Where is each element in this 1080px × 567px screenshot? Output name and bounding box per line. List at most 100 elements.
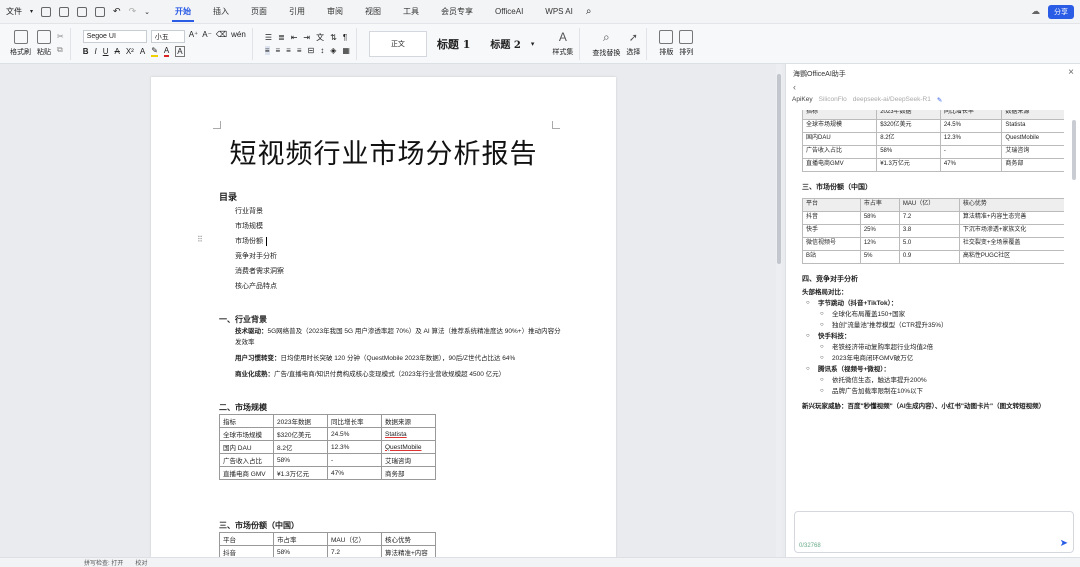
more-chevron-icon[interactable]: ⌄ — [144, 8, 150, 16]
chat-input[interactable]: 0/32768 ➤ — [794, 511, 1074, 553]
send-icon[interactable]: ➤ — [1060, 538, 1068, 549]
font-family-select[interactable]: Segoe UI — [82, 30, 147, 43]
list-item: 品牌广告加载率限制在10%以下 — [802, 386, 1064, 397]
bold-icon[interactable]: B — [83, 47, 89, 56]
spellcheck-status[interactable]: 拼写检查: 打开 — [84, 558, 123, 567]
toc-item[interactable]: 竞争对手分析 — [235, 251, 277, 261]
tab-tools[interactable]: 工具 — [392, 0, 430, 24]
export-pdf-icon[interactable] — [59, 6, 70, 17]
brush-icon — [13, 30, 28, 44]
file-menu[interactable]: 文件 — [6, 6, 22, 17]
market-size-table: 指标 2023年数据 同比增长率 数据来源 全球市场规模 $320亿美元 24.5% Sta… — [802, 110, 1064, 172]
decrease-indent-icon[interactable]: ⇤ — [291, 33, 298, 42]
save-icon[interactable] — [41, 6, 52, 17]
list-item: 快手科技： — [802, 331, 1064, 342]
document-scrollbar[interactable] — [776, 64, 782, 557]
tab-insert[interactable]: 插入 — [202, 0, 240, 24]
chinese-layout-icon[interactable]: 文 — [316, 32, 324, 43]
table-row: 广告收入占比 58% - 艾瑞咨询 — [802, 145, 1064, 159]
paste-button[interactable]: 粘贴 — [37, 30, 51, 57]
shrink-font-icon[interactable]: A⁻ — [202, 30, 212, 43]
menu-bar: 文件 ▾ ↶ ↷ ⌄ 开始 插入 页面 引用 审阅 视图 工具 会员专享 Off… — [0, 0, 1080, 24]
italic-icon[interactable]: I — [94, 47, 96, 56]
share-button[interactable]: 分享 — [1048, 4, 1074, 19]
print-icon[interactable] — [77, 6, 88, 17]
align-center-icon[interactable]: ≡ — [276, 46, 281, 55]
highlight-icon[interactable]: ✎ — [151, 46, 158, 57]
print-preview-icon[interactable] — [95, 6, 106, 17]
tab-review[interactable]: 审阅 — [316, 0, 354, 24]
chevron-down-icon[interactable]: ▾ — [30, 8, 33, 15]
section-heading: 四、竞争对手分析 — [802, 276, 858, 283]
toc-item[interactable]: 核心产品特点 — [235, 281, 277, 291]
sort-icon[interactable]: ⇅ — [330, 33, 337, 42]
search-icon[interactable]: ⌕ — [586, 6, 592, 17]
table-row: 平台 市占率 MAU（亿） 核心优势 — [802, 198, 1064, 212]
line-spacing-icon[interactable]: ↕ — [320, 46, 324, 55]
tab-officeai[interactable]: OfficeAI — [484, 0, 534, 24]
scrollbar-thumb[interactable] — [1072, 120, 1076, 180]
toc-item[interactable]: 市场份额 — [235, 236, 267, 246]
char-border-icon[interactable]: A — [175, 46, 185, 57]
phonetic-icon[interactable]: wén — [231, 30, 246, 43]
close-icon[interactable]: × — [1068, 67, 1074, 78]
list-item: 依托微信生态，触达率提升200% — [802, 375, 1064, 386]
tab-view[interactable]: 视图 — [354, 0, 392, 24]
provider-select[interactable]: SiliconFlo — [819, 96, 847, 104]
toc-item[interactable]: 行业背景 — [235, 206, 263, 216]
model-select[interactable]: deepseek-ai/DeepSeek-R1 — [853, 96, 931, 104]
superscript-icon[interactable]: X² — [126, 47, 134, 56]
font-color-icon[interactable]: A — [163, 46, 170, 57]
style-set-icon: A — [558, 30, 567, 44]
toc-item[interactable]: 市场规模 — [235, 221, 263, 231]
toc-item[interactable]: 消费者需求洞察 — [235, 266, 284, 276]
style-set-button[interactable]: A 样式集 — [552, 30, 573, 57]
tab-page[interactable]: 页面 — [240, 0, 278, 24]
style-heading-2[interactable]: 标题 2 — [480, 36, 530, 51]
styles-expand-icon[interactable]: ▾ — [531, 40, 535, 48]
table-row: 直播电商 GMV ¥1.3万亿元 47% 商务部 — [219, 466, 436, 480]
panel-title: 海鹦OfficeAI助手 — [793, 71, 846, 78]
table-row: 指标 2023年数据 同比增长率 数据来源 — [802, 110, 1064, 120]
justify-icon[interactable]: ≡ — [297, 46, 302, 55]
bullet-list-icon[interactable]: ☰ — [265, 33, 272, 42]
undo-icon[interactable]: ↶ — [113, 6, 121, 17]
align-right-icon[interactable]: ≡ — [286, 46, 291, 55]
underline-icon[interactable]: U — [103, 47, 109, 56]
grow-font-icon[interactable]: A⁺ — [189, 30, 199, 43]
distribute-icon[interactable]: ⊟ — [308, 46, 315, 55]
document-page[interactable]: 短视频行业市场分析报告 目录 行业背景 市场规模 市场份额 竞争对手分析 消费者… — [151, 77, 616, 557]
text-effect-icon[interactable]: A — [140, 47, 145, 56]
style-heading-1[interactable]: 标题 1 — [427, 36, 480, 52]
toc-heading: 目录 — [219, 192, 238, 202]
edit-icon[interactable]: ✎ — [937, 96, 942, 104]
tab-references[interactable]: 引用 — [278, 0, 316, 24]
scrollbar-thumb[interactable] — [777, 74, 781, 264]
borders-icon[interactable]: ▦ — [342, 46, 350, 55]
style-normal[interactable]: 正文 — [368, 30, 427, 57]
tab-home[interactable]: 开始 — [164, 0, 202, 24]
show-marks-icon[interactable]: ¶ — [343, 33, 347, 42]
font-size-select[interactable]: 小五 — [150, 30, 185, 43]
find-replace-button[interactable]: ⌕ 查找替换 — [592, 30, 620, 58]
strikethrough-icon[interactable]: A — [115, 47, 120, 56]
clear-format-icon[interactable]: ⌫ — [216, 30, 227, 43]
drag-handle-icon[interactable]: ⠿ — [197, 235, 203, 244]
shading-icon[interactable]: ◈ — [330, 46, 336, 55]
numbered-list-icon[interactable]: ≣ — [278, 33, 285, 42]
cut-icon[interactable]: ✂ — [57, 32, 64, 41]
increase-indent-icon[interactable]: ⇥ — [303, 33, 310, 42]
align-left-icon[interactable]: ≡ — [264, 46, 270, 55]
layout-button[interactable]: 排版 — [659, 30, 674, 57]
redo-icon[interactable]: ↷ — [129, 6, 137, 17]
select-button[interactable]: ➚ 选择 — [626, 31, 640, 57]
tab-wps-ai[interactable]: WPS AI — [534, 0, 584, 24]
panel-scrollbar[interactable] — [1072, 110, 1076, 510]
arrange-button[interactable]: 排列 — [679, 30, 694, 57]
proofread-status[interactable]: 校对 — [135, 558, 147, 567]
tab-member[interactable]: 会员专享 — [430, 0, 484, 24]
back-arrow-icon[interactable]: ‹ — [793, 82, 796, 92]
copy-icon[interactable]: ⧉ — [57, 45, 64, 55]
format-painter-button[interactable]: 格式刷 — [10, 30, 31, 57]
cloud-icon[interactable]: ☁ — [1031, 6, 1040, 17]
